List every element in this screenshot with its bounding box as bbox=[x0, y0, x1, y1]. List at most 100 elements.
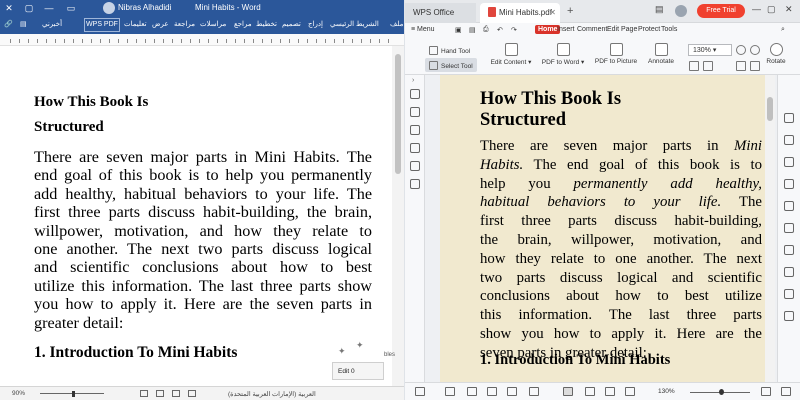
zoom-slider-knob[interactable] bbox=[719, 389, 724, 395]
tab-help[interactable]: تعليمات bbox=[124, 20, 147, 28]
window-layout-icon[interactable]: ▤ bbox=[655, 4, 664, 15]
body-paragraph[interactable]: There are seven major parts in Mini Habit… bbox=[480, 137, 762, 363]
fit-page-icon[interactable] bbox=[689, 61, 699, 71]
tab-comment[interactable]: Comment bbox=[577, 26, 607, 33]
tab-mini-habits-pdf[interactable]: Mini Habits.pdf ✕ bbox=[480, 3, 560, 23]
attachment-icon[interactable] bbox=[410, 143, 420, 153]
next-page-icon[interactable] bbox=[750, 61, 760, 71]
vertical-scrollbar[interactable] bbox=[765, 75, 775, 382]
read-mode-icon[interactable] bbox=[172, 390, 180, 397]
focus-icon[interactable] bbox=[188, 390, 196, 397]
account-avatar[interactable] bbox=[675, 5, 687, 17]
close-tab-icon[interactable]: ✕ bbox=[549, 3, 556, 23]
web-layout-icon[interactable] bbox=[140, 390, 148, 397]
save-icon[interactable]: ▣ bbox=[455, 26, 462, 34]
scroll-thumb[interactable] bbox=[767, 97, 773, 121]
tab-edit[interactable]: Edit bbox=[607, 26, 619, 33]
last-page-icon[interactable] bbox=[529, 387, 539, 396]
search-icon[interactable]: ⌕ bbox=[781, 26, 785, 34]
single-page-icon[interactable] bbox=[585, 387, 595, 396]
tab-page[interactable]: Page bbox=[621, 26, 637, 33]
share-icon[interactable] bbox=[784, 179, 794, 189]
expand-icon[interactable]: › bbox=[412, 77, 414, 84]
help-icon[interactable] bbox=[784, 311, 794, 321]
ribbon-display-icon[interactable]: ▭ bbox=[64, 2, 78, 14]
quick-edit-popup[interactable]: ✦ ✦ bles Edit 0 bbox=[332, 340, 400, 380]
tab-review[interactable]: مراجعة bbox=[174, 20, 195, 28]
user-avatar[interactable] bbox=[103, 2, 115, 14]
zoom-out-icon[interactable] bbox=[750, 45, 760, 55]
read-mode-icon[interactable] bbox=[563, 387, 573, 396]
language-indicator[interactable]: العربية (الإمارات العربية المتحدة) bbox=[228, 390, 316, 398]
body-paragraph[interactable]: There are seven major parts in Mini Habi… bbox=[34, 148, 372, 332]
undo-icon[interactable]: ↶ bbox=[497, 26, 503, 34]
print-icon[interactable]: ⎙ bbox=[483, 26, 489, 34]
double-page-icon[interactable] bbox=[605, 387, 615, 396]
zoom-slider-knob[interactable] bbox=[72, 391, 75, 397]
close-icon[interactable]: ✕ bbox=[2, 2, 16, 14]
signature-icon[interactable] bbox=[410, 161, 420, 171]
zoom-level[interactable]: 130% bbox=[658, 388, 675, 395]
print-layout-icon[interactable] bbox=[156, 390, 164, 397]
new-tab-icon[interactable]: + bbox=[567, 5, 573, 17]
pdf-page[interactable]: How This Book Is Structured There are se… bbox=[440, 75, 770, 382]
thumbnails-icon[interactable] bbox=[410, 89, 420, 99]
tab-insert[interactable]: إدراج bbox=[308, 20, 323, 28]
comments-icon[interactable]: ▤ bbox=[20, 20, 27, 28]
hand-tool-button[interactable]: Hand Tool bbox=[429, 46, 470, 55]
vertical-scrollbar[interactable] bbox=[392, 46, 404, 386]
user-name[interactable]: Nibras Alhadidi bbox=[118, 3, 171, 12]
rotate-button[interactable]: Rotate bbox=[763, 43, 789, 65]
next-page-icon[interactable] bbox=[507, 387, 517, 396]
maximize-icon[interactable]: ▢ bbox=[22, 2, 36, 14]
scroll-thumb[interactable] bbox=[395, 54, 401, 174]
tab-protect[interactable]: Protect bbox=[638, 26, 660, 33]
fit-icon[interactable] bbox=[761, 387, 771, 396]
pdf-to-picture-button[interactable]: PDF to Picture bbox=[591, 43, 641, 65]
split-icon[interactable] bbox=[784, 245, 794, 255]
share-icon[interactable]: 🔗 bbox=[4, 20, 13, 28]
close-icon[interactable]: ✕ bbox=[785, 4, 793, 15]
tab-mailings[interactable]: مراسلات bbox=[200, 20, 226, 28]
tab-layout[interactable]: تخطيط bbox=[256, 20, 277, 28]
minimize-icon[interactable]: — bbox=[42, 2, 56, 14]
prev-page-icon[interactable] bbox=[467, 387, 477, 396]
ocr-icon[interactable] bbox=[784, 267, 794, 277]
minimize-icon[interactable]: — bbox=[752, 4, 761, 14]
properties-icon[interactable] bbox=[784, 113, 794, 123]
search-panel-icon[interactable] bbox=[410, 179, 420, 189]
continuous-icon[interactable] bbox=[625, 387, 635, 396]
sign-icon[interactable] bbox=[784, 289, 794, 299]
zoom-dropdown[interactable]: 130% ▾ bbox=[688, 44, 732, 56]
style-icon[interactable] bbox=[784, 135, 794, 145]
tell-me-box[interactable]: أخبرني bbox=[42, 20, 62, 28]
tab-insert[interactable]: Insert bbox=[557, 26, 575, 33]
comments-icon[interactable] bbox=[410, 125, 420, 135]
redo-icon[interactable]: ↷ bbox=[511, 26, 517, 34]
open-icon[interactable]: ▤ bbox=[469, 26, 476, 34]
zoom-level[interactable]: 90% bbox=[12, 390, 25, 397]
tab-tools[interactable]: Tools bbox=[661, 26, 677, 33]
merge-icon[interactable] bbox=[784, 223, 794, 233]
tab-references[interactable]: مراجع bbox=[234, 20, 252, 28]
zoom-in-icon[interactable] bbox=[736, 45, 746, 55]
translate-icon[interactable] bbox=[784, 157, 794, 167]
tab-wps-pdf[interactable]: WPS PDF bbox=[84, 18, 120, 32]
document-page[interactable]: How This Book Is Structured There are se… bbox=[0, 46, 404, 386]
fullscreen-icon[interactable] bbox=[781, 387, 791, 396]
fit-width-icon[interactable] bbox=[703, 61, 713, 71]
edit-content-button[interactable]: Edit Content ▾ bbox=[485, 43, 537, 66]
tab-home[interactable]: الشريط الرئيسي bbox=[330, 20, 379, 28]
page-indicator-icon[interactable] bbox=[487, 387, 497, 396]
horizontal-ruler[interactable] bbox=[0, 34, 404, 46]
pdf-to-word-button[interactable]: PDF to Word ▾ bbox=[538, 43, 588, 66]
tab-view[interactable]: عرض bbox=[152, 20, 169, 28]
menu-button[interactable]: ≡ Menu bbox=[411, 26, 435, 33]
tab-design[interactable]: تصميم bbox=[282, 20, 301, 28]
free-trial-button[interactable]: Free Trial bbox=[697, 4, 745, 18]
bookmark-icon[interactable] bbox=[410, 107, 420, 117]
tab-file[interactable]: ملف bbox=[390, 20, 403, 28]
first-page-icon[interactable] bbox=[445, 387, 455, 396]
sidebar-toggle-icon[interactable] bbox=[415, 387, 425, 396]
prev-page-icon[interactable] bbox=[736, 61, 746, 71]
